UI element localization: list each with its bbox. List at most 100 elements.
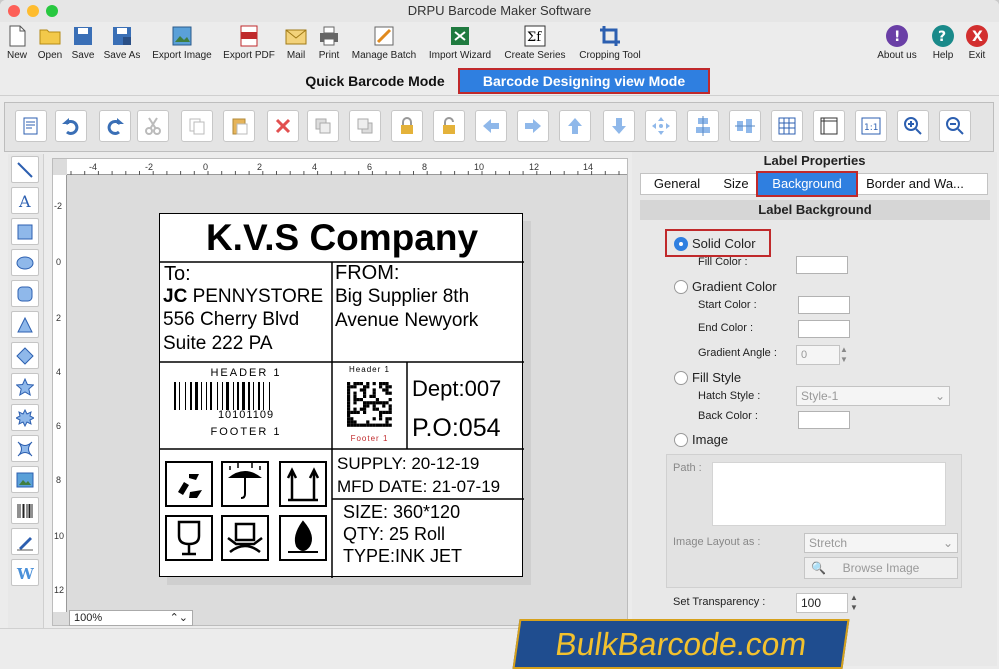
concave-tool[interactable] — [11, 435, 39, 462]
type-text: TYPE:INK JET — [343, 546, 463, 566]
design-canvas[interactable]: -4 -2 0 2 4 6 8 10 12 14 -2 0 2 4 6 8 10… — [52, 158, 628, 626]
line-tool[interactable] — [11, 156, 39, 183]
designing-mode-tab[interactable]: Barcode Designing view Mode — [458, 68, 710, 94]
help-button[interactable]: ? Help — [928, 24, 958, 61]
h-tick-label: 0 — [203, 162, 209, 172]
send-to-back-button[interactable] — [349, 110, 381, 142]
save-button[interactable]: Save — [68, 24, 98, 61]
barcode-tool[interactable] — [11, 497, 39, 524]
move-down-button[interactable] — [603, 110, 635, 142]
move-left-button[interactable] — [475, 110, 507, 142]
svg-text:A: A — [18, 192, 31, 210]
save-as-button[interactable]: Save As — [100, 24, 144, 61]
new-document-icon — [9, 25, 26, 47]
solid-color-radio[interactable] — [674, 237, 688, 251]
cropping-tool-button[interactable]: Cropping Tool — [574, 24, 646, 61]
exit-button[interactable]: X Exit — [962, 24, 992, 61]
tab-size[interactable]: Size — [714, 173, 758, 195]
burst-tool[interactable] — [11, 404, 39, 431]
align-horizontal-button[interactable] — [687, 110, 719, 142]
move-up-button[interactable] — [559, 110, 591, 142]
copy-button[interactable] — [181, 110, 213, 142]
minimize-window-icon[interactable] — [27, 5, 39, 17]
zoom-in-button[interactable] — [897, 110, 929, 142]
tab-general[interactable]: General — [644, 173, 710, 195]
fill-style-radio[interactable] — [674, 371, 688, 385]
export-pdf-button[interactable]: Export PDF — [220, 24, 278, 61]
gradient-angle-input[interactable]: 0 — [796, 345, 840, 365]
close-window-icon[interactable] — [8, 5, 20, 17]
barcode-label[interactable]: K.V.S Company To: JC PENNYSTORE 556 Cher… — [159, 213, 524, 578]
import-wizard-button[interactable]: Import Wizard — [424, 24, 496, 61]
tab-border-and-watermark[interactable]: Border and Wa... — [860, 173, 970, 195]
hatch-style-select[interactable]: Style-1 ⌄ — [796, 386, 950, 406]
about-button[interactable]: ! About us — [872, 24, 922, 61]
properties-button[interactable] — [15, 110, 47, 142]
start-color-swatch[interactable] — [798, 296, 850, 314]
center-button[interactable] — [645, 110, 677, 142]
rectangle-tool[interactable] — [11, 218, 39, 245]
move-right-button[interactable] — [517, 110, 549, 142]
browse-image-button[interactable]: 🔍 Browse Image — [804, 557, 958, 579]
handling-symbols — [165, 461, 327, 561]
align-vertical-button[interactable] — [729, 110, 761, 142]
image-layout-select[interactable]: Stretch ⌄ — [804, 533, 958, 553]
end-color-swatch[interactable] — [798, 320, 850, 338]
redo-button[interactable] — [99, 110, 131, 142]
rounded-rect-tool[interactable] — [11, 280, 39, 307]
ruler-button[interactable] — [813, 110, 845, 142]
h-tick-label: -2 — [145, 162, 154, 172]
zoom-in-icon — [904, 117, 922, 135]
export-image-icon — [172, 26, 192, 46]
transparency-stepper[interactable]: ▲ ▼ — [850, 593, 860, 613]
fill-color-swatch[interactable] — [796, 256, 848, 274]
unlock-button[interactable] — [433, 110, 465, 142]
grid-button[interactable] — [771, 110, 803, 142]
exit-icon: X — [966, 25, 988, 47]
image-label: Image — [692, 432, 729, 447]
h-tick-label: 12 — [529, 162, 540, 172]
mail-button[interactable]: Mail — [282, 24, 310, 61]
gradient-angle-stepper[interactable]: ▲ ▼ — [840, 345, 850, 365]
diamond-tool[interactable] — [11, 342, 39, 369]
path-textarea[interactable] — [712, 462, 946, 526]
manage-batch-button[interactable]: Manage Batch — [348, 24, 420, 61]
zoom-out-icon — [946, 117, 964, 135]
delete-button[interactable] — [267, 110, 299, 142]
paste-button[interactable] — [223, 110, 255, 142]
signature-tool[interactable] — [11, 528, 39, 555]
triangle-tool[interactable] — [11, 311, 39, 338]
zoom-out-button[interactable] — [939, 110, 971, 142]
open-button[interactable]: Open — [34, 24, 66, 61]
start-color-label: Start Color : — [698, 299, 757, 311]
gradient-color-radio[interactable] — [674, 280, 688, 294]
quick-barcode-mode-tab[interactable]: Quick Barcode Mode — [290, 70, 460, 92]
size-text: SIZE: 360*120 — [343, 502, 461, 522]
redo-icon — [107, 118, 124, 135]
zoom-window-icon[interactable] — [46, 5, 58, 17]
image-radio[interactable] — [674, 433, 688, 447]
text-tool[interactable]: A — [11, 187, 39, 214]
back-color-swatch[interactable] — [798, 411, 850, 429]
word-art-tool[interactable]: W — [11, 559, 39, 586]
transparency-input[interactable]: 100 — [796, 593, 848, 613]
ellipse-tool[interactable] — [11, 249, 39, 276]
h-tick-label: 2 — [257, 162, 263, 172]
v-tick-label: 6 — [56, 421, 62, 431]
bring-to-front-button[interactable] — [307, 110, 339, 142]
star-tool[interactable] — [11, 373, 39, 400]
import-wizard-icon — [451, 27, 469, 45]
create-series-button[interactable]: Σf Create Series — [500, 24, 570, 61]
zoom-select[interactable]: 100% ⌃⌄ — [69, 610, 193, 626]
export-image-button[interactable]: Export Image — [148, 24, 216, 61]
brand-text: BulkBarcode.com — [553, 626, 809, 662]
print-button[interactable]: Print — [314, 24, 344, 61]
qty-text: QTY: 25 Roll — [343, 524, 446, 544]
lock-button[interactable] — [391, 110, 423, 142]
undo-button[interactable] — [55, 110, 87, 142]
cut-button[interactable] — [137, 110, 169, 142]
tab-background[interactable]: Background — [756, 171, 858, 197]
image-tool[interactable] — [11, 466, 39, 493]
new-button[interactable]: New — [2, 24, 32, 61]
actual-size-button[interactable]: 1:1 — [855, 110, 887, 142]
